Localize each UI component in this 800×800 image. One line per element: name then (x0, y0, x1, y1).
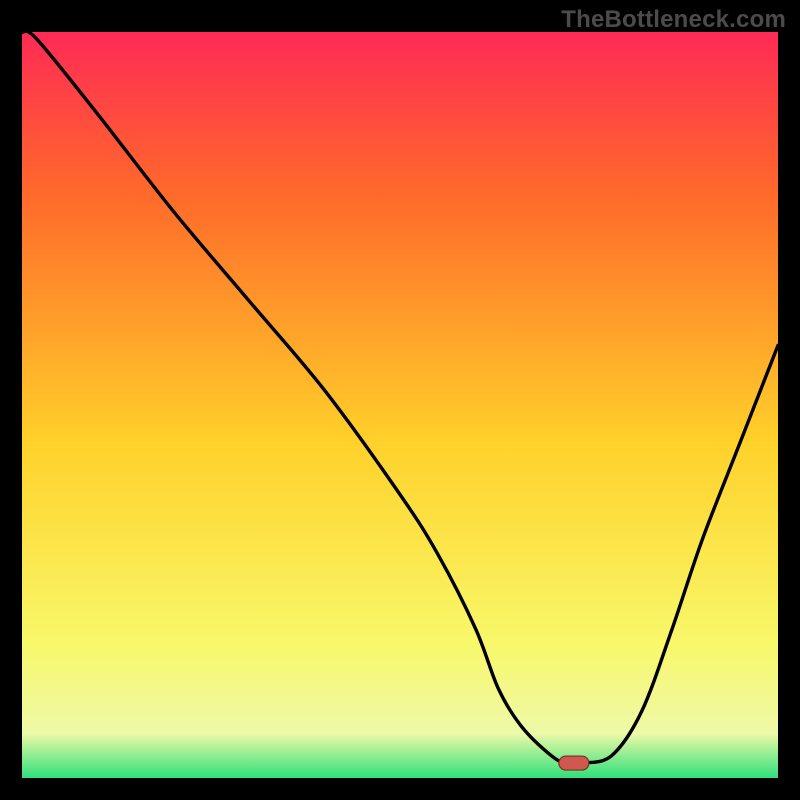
optimal-marker (559, 756, 589, 770)
plot-svg (22, 32, 778, 778)
chart-container: TheBottleneck.com (0, 0, 800, 800)
watermark-text: TheBottleneck.com (561, 6, 786, 34)
plot-area (22, 32, 778, 778)
gradient-background (22, 32, 778, 778)
